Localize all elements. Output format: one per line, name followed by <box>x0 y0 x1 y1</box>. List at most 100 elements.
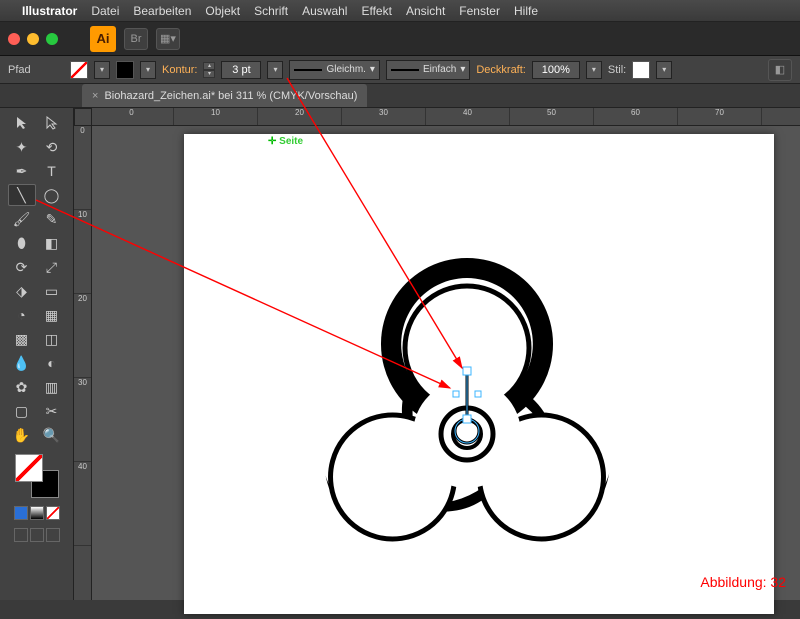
mode-label: Pfad <box>8 64 64 76</box>
artwork-biohazard <box>184 134 774 614</box>
stroke-swatch[interactable] <box>116 61 134 79</box>
none-mode-icon[interactable] <box>46 506 60 520</box>
minimize-button[interactable] <box>27 33 39 45</box>
direct-selection-tool[interactable] <box>38 112 66 134</box>
bridge-button[interactable]: Br <box>124 28 148 50</box>
ellipse-tool[interactable]: ◯ <box>38 184 66 206</box>
ruler-tick: 60 <box>594 108 678 125</box>
figure-caption: Abbildung: 32 <box>700 574 786 590</box>
ruler-tick: 70 <box>678 108 762 125</box>
fill-swatch[interactable] <box>70 61 88 79</box>
ruler-tick: 30 <box>74 378 91 462</box>
profile-select[interactable]: Einfach ▾ <box>386 60 470 80</box>
ruler-origin[interactable] <box>74 108 92 126</box>
zoom-tool[interactable]: 🔍 <box>38 424 66 446</box>
close-tab-icon[interactable]: × <box>92 90 98 102</box>
slice-tool[interactable]: ✂ <box>38 400 66 422</box>
column-graph-tool[interactable]: ▥ <box>38 376 66 398</box>
zoom-button[interactable] <box>46 33 58 45</box>
pen-tool[interactable]: ✒ <box>8 160 36 182</box>
free-transform-tool[interactable]: ▭ <box>38 280 66 302</box>
ruler-tick: 30 <box>342 108 426 125</box>
artboard-tool[interactable]: ▢ <box>8 400 36 422</box>
fill-dropdown[interactable]: ▾ <box>94 61 110 79</box>
style-swatch[interactable] <box>632 61 650 79</box>
panel-toggle-button[interactable]: ◧ <box>768 59 792 81</box>
ruler-tick: 10 <box>174 108 258 125</box>
type-tool[interactable]: T <box>38 160 66 182</box>
document-tab[interactable]: × Biohazard_Zeichen.ai* bei 311 % (CMYK/… <box>82 84 367 107</box>
draw-inside-icon[interactable] <box>46 528 60 542</box>
document-title: Biohazard_Zeichen.ai* bei 311 % (CMYK/Vo… <box>104 90 357 102</box>
gradient-mode-icon[interactable] <box>30 506 44 520</box>
blob-brush-tool[interactable]: ⬮ <box>8 232 36 254</box>
selection-tool[interactable] <box>8 112 36 134</box>
width-tool[interactable]: ⬗ <box>8 280 36 302</box>
stil-label: Stil: <box>608 64 626 76</box>
vertical-ruler[interactable]: 0 10 20 30 40 <box>74 126 92 600</box>
stroke-weight-dropdown[interactable]: ▾ <box>267 61 283 79</box>
horizontal-ruler[interactable]: 0 10 20 30 40 50 60 70 <box>90 108 800 126</box>
menu-bearbeiten[interactable]: Bearbeiten <box>133 4 191 18</box>
ruler-tick: 40 <box>74 462 91 546</box>
lasso-tool[interactable]: ⟲ <box>38 136 66 158</box>
menu-effekt[interactable]: Effekt <box>361 4 391 18</box>
opacity-dropdown[interactable]: ▾ <box>586 61 602 79</box>
stroke-weight-input[interactable] <box>221 61 261 79</box>
line-sample-icon <box>294 69 322 71</box>
crosshair-icon: ✛ <box>268 136 276 147</box>
step-up-icon[interactable]: ▴ <box>203 62 215 70</box>
symbol-sprayer-tool[interactable]: ✿ <box>8 376 36 398</box>
kontur-label[interactable]: Kontur: <box>162 64 197 76</box>
hand-tool[interactable]: ✋ <box>8 424 36 446</box>
step-down-icon[interactable]: ▾ <box>203 70 215 78</box>
app-menu[interactable]: Illustrator <box>22 4 77 18</box>
artboard-label: ✛ Seite <box>268 136 303 147</box>
close-button[interactable] <box>8 33 20 45</box>
stroke-dropdown[interactable]: ▾ <box>140 61 156 79</box>
pencil-tool[interactable]: ✎ <box>38 208 66 230</box>
eyedropper-tool[interactable]: 💧 <box>8 352 36 374</box>
gradient-tool[interactable]: ◫ <box>38 328 66 350</box>
ruler-tick: 0 <box>74 126 91 210</box>
brush-def-select[interactable]: Gleichm. ▾ <box>289 60 379 80</box>
scale-tool[interactable]: ⤢ <box>38 256 66 278</box>
fill-stroke-control[interactable] <box>15 454 59 498</box>
ruler-tick: 20 <box>258 108 342 125</box>
line-segment-tool[interactable]: ╲ <box>8 184 36 206</box>
menu-fenster[interactable]: Fenster <box>459 4 500 18</box>
opacity-input[interactable] <box>532 61 580 79</box>
menu-auswahl[interactable]: Auswahl <box>302 4 347 18</box>
stroke-stepper[interactable]: ▴ ▾ <box>203 62 215 78</box>
app-header: Ai Br ▦▾ <box>0 22 800 56</box>
eraser-tool[interactable]: ◧ <box>38 232 66 254</box>
color-mode-row <box>14 506 60 520</box>
menu-schrift[interactable]: Schrift <box>254 4 288 18</box>
style-dropdown[interactable]: ▾ <box>656 61 672 79</box>
workspace-switcher[interactable]: ▦▾ <box>156 28 180 50</box>
magic-wand-tool[interactable]: ✦ <box>8 136 36 158</box>
menu-ansicht[interactable]: Ansicht <box>406 4 445 18</box>
perspective-grid-tool[interactable]: ▦ <box>38 304 66 326</box>
menu-objekt[interactable]: Objekt <box>205 4 240 18</box>
document-tab-bar: × Biohazard_Zeichen.ai* bei 311 % (CMYK/… <box>0 84 800 108</box>
artboard[interactable] <box>184 134 774 614</box>
blend-tool[interactable]: ◐ <box>38 352 66 374</box>
opacity-label[interactable]: Deckkraft: <box>476 64 526 76</box>
menu-hilfe[interactable]: Hilfe <box>514 4 538 18</box>
ruler-tick: 0 <box>90 108 174 125</box>
panel-icon: ◧ <box>775 63 785 76</box>
ruler-tick: 40 <box>426 108 510 125</box>
shape-builder-tool[interactable]: ◔ <box>8 304 36 326</box>
draw-behind-icon[interactable] <box>30 528 44 542</box>
draw-normal-icon[interactable] <box>14 528 28 542</box>
window-controls <box>8 33 58 45</box>
rotate-tool[interactable]: ⟳ <box>8 256 36 278</box>
paintbrush-tool[interactable]: 🖌 <box>8 208 36 230</box>
menu-datei[interactable]: Datei <box>91 4 119 18</box>
control-bar: Pfad ▾ ▾ Kontur: ▴ ▾ ▾ Gleichm. ▾ Einfac… <box>0 56 800 84</box>
ai-app-icon: Ai <box>90 26 116 52</box>
fill-color-icon[interactable] <box>15 454 43 482</box>
mesh-tool[interactable]: ▩ <box>8 328 36 350</box>
color-mode-icon[interactable] <box>14 506 28 520</box>
